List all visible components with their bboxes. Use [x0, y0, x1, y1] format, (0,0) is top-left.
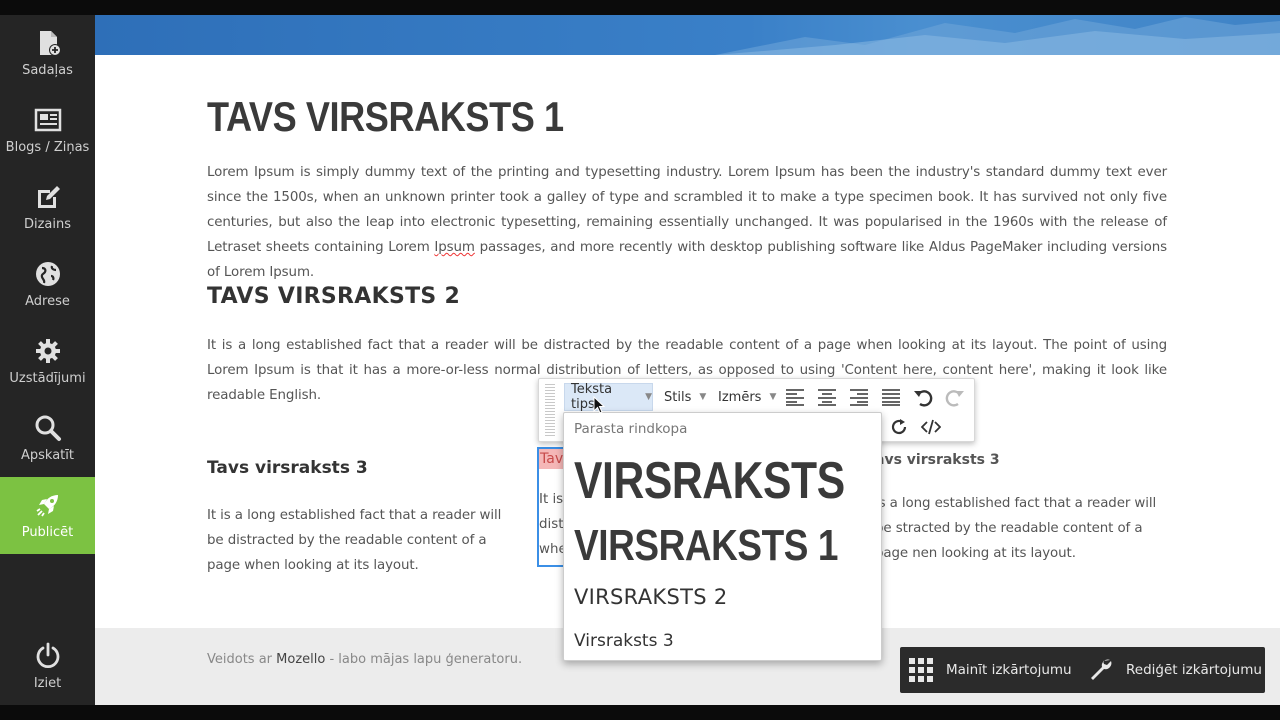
top-frame-bar	[0, 0, 1280, 15]
align-right-icon	[850, 389, 868, 406]
edit-icon	[37, 186, 60, 208]
rocket-icon	[36, 495, 58, 517]
refresh-icon	[891, 419, 907, 435]
option-heading[interactable]: VIRSRAKSTS	[574, 451, 845, 511]
align-right-button[interactable]	[847, 385, 871, 409]
layout-action-bar: Mainīt izkārtojumu Rediģēt izkārtojumu	[900, 647, 1265, 693]
bottom-frame-bar	[0, 705, 1280, 720]
source-code-button[interactable]	[919, 415, 943, 439]
sidebar-item-label: Iziet	[33, 676, 62, 691]
page-add-icon	[39, 31, 61, 56]
edit-layout-button[interactable]: Rediģēt izkārtojumu	[1088, 647, 1262, 693]
redo-button[interactable]	[943, 385, 967, 409]
sidebar: Sadaļas Blogs / Ziņas Dizains Adrese Uzs…	[0, 15, 95, 705]
text-type-select[interactable]: Teksta tips ▼	[564, 382, 653, 412]
sidebar-item-settings[interactable]: Uzstādījumi	[0, 323, 95, 400]
redo-icon	[945, 390, 964, 407]
search-icon	[35, 415, 61, 441]
sidebar-item-design[interactable]: Dizains	[0, 169, 95, 246]
grid-icon	[909, 658, 933, 682]
change-layout-label: Mainīt izkārtojumu	[946, 662, 1072, 678]
chevron-down-icon: ▼	[645, 392, 652, 402]
size-select[interactable]: Izmērs ▼	[711, 383, 777, 411]
size-label: Izmērs	[718, 389, 762, 405]
sidebar-item-address[interactable]: Adrese	[0, 246, 95, 323]
option-heading-3[interactable]: Virsraksts 3	[574, 631, 674, 651]
align-justify-icon	[882, 389, 900, 406]
header-banner	[95, 15, 1280, 55]
sidebar-item-label: Apskatīt	[21, 448, 74, 463]
app-window: Sadaļas Blogs / Ziņas Dizains Adrese Uzs…	[0, 0, 1280, 720]
footer-credit: Veidots ar Mozello - labo mājas lapu ģen…	[207, 652, 522, 667]
sidebar-item-preview[interactable]: Apskatīt	[0, 400, 95, 477]
sidebar-item-label: Sadaļas	[22, 63, 73, 78]
undo-button[interactable]	[911, 385, 935, 409]
style-label: Stils	[664, 389, 692, 405]
align-left-icon	[786, 389, 804, 406]
sidebar-item-blog[interactable]: Blogs / Ziņas	[0, 92, 95, 169]
column-1-text[interactable]: It is a long established fact that a rea…	[207, 503, 507, 578]
sidebar-item-logout[interactable]: Iziet	[0, 628, 95, 705]
power-icon	[36, 642, 59, 669]
refresh-button[interactable]	[887, 415, 911, 439]
wrench-icon	[1091, 659, 1112, 680]
undo-icon	[914, 390, 933, 407]
align-center-icon	[818, 389, 836, 406]
footer-suffix: - labo mājas lapu ģeneratoru.	[325, 652, 523, 667]
edit-layout-label: Rediģēt izkārtojumu	[1126, 662, 1262, 678]
text-type-dropdown: Parasta rindkopa VIRSRAKSTS VIRSRAKSTS 1…	[563, 412, 882, 661]
footer-brand-link[interactable]: Mozello	[276, 652, 325, 667]
change-layout-button[interactable]: Mainīt izkārtojumu	[908, 647, 1072, 693]
mountain-image	[715, 17, 1280, 55]
newspaper-icon	[34, 108, 61, 132]
column-3-heading[interactable]: avs virsraksts 3	[875, 452, 1000, 468]
option-paragraph[interactable]: Parasta rindkopa	[574, 421, 687, 437]
globe-icon	[35, 262, 60, 286]
paragraph-1[interactable]: Lorem Ipsum is simply dummy text of the …	[207, 160, 1167, 285]
sidebar-item-label: Publicēt	[21, 525, 74, 540]
sidebar-item-label: Adrese	[25, 294, 70, 309]
sidebar-item-sections[interactable]: Sadaļas	[0, 15, 95, 92]
align-justify-button[interactable]	[879, 385, 903, 409]
option-heading-2[interactable]: VIRSRAKSTS 2	[574, 585, 727, 609]
sidebar-item-label: Blogs / Ziņas	[5, 140, 90, 155]
footer-prefix: Veidots ar	[207, 652, 277, 667]
style-select[interactable]: Stils ▼	[657, 383, 707, 411]
gear-icon	[35, 339, 60, 363]
code-icon	[921, 419, 941, 435]
align-center-button[interactable]	[815, 385, 839, 409]
toolbar-drag-handle[interactable]	[545, 384, 555, 438]
column-3-text[interactable]: is a long established fact that a reader…	[875, 491, 1175, 566]
chevron-down-icon: ▼	[769, 392, 777, 402]
sidebar-item-label: Dizains	[23, 217, 72, 232]
column-1-heading[interactable]: Tavs virsraksts 3	[207, 458, 368, 478]
option-heading-1[interactable]: VIRSRAKSTS 1	[574, 521, 838, 571]
heading-2[interactable]: TAVS VIRSRAKSTS 2	[207, 284, 460, 309]
misspelled-word: Ipsum	[434, 240, 475, 255]
align-left-button[interactable]	[783, 385, 807, 409]
mouse-cursor-icon	[593, 396, 605, 414]
sidebar-item-publish[interactable]: Publicēt	[0, 477, 95, 554]
chevron-down-icon: ▼	[699, 392, 707, 402]
sidebar-item-label: Uzstādījumi	[9, 371, 86, 386]
heading-1[interactable]: TAVS VIRSRAKSTS 1	[207, 93, 564, 141]
